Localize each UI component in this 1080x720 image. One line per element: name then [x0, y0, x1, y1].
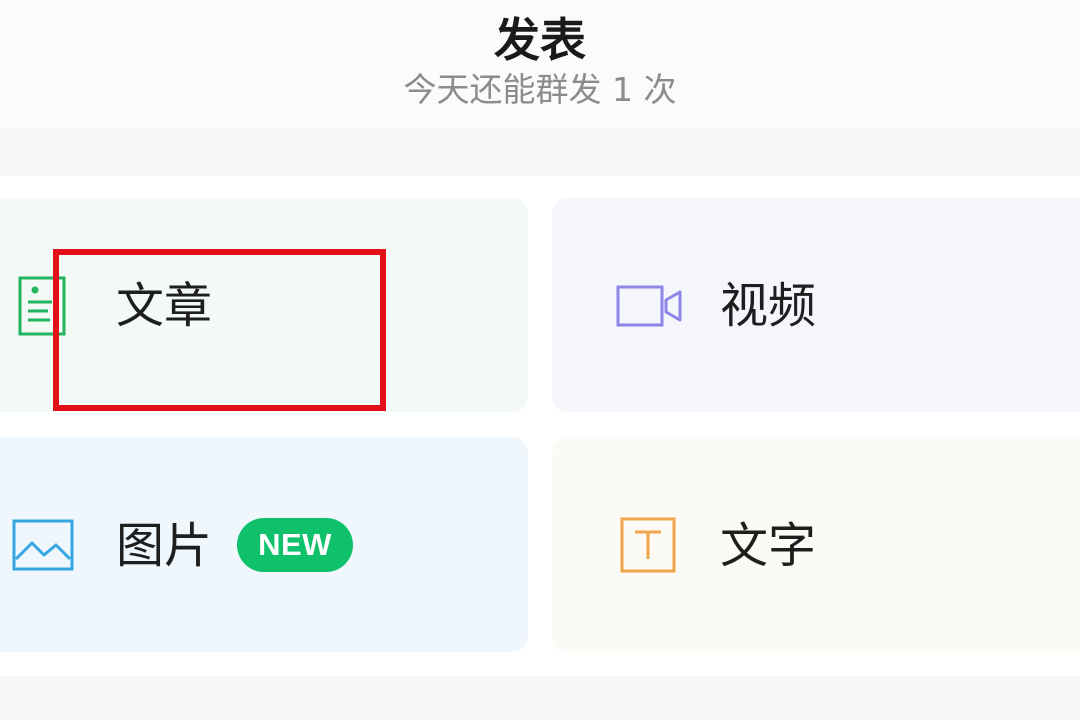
image-icon [12, 519, 74, 571]
page-title: 发表 [494, 13, 586, 67]
article-option-card[interactable] [0, 198, 528, 412]
article-icon [18, 276, 66, 336]
text-label: 文字 [720, 518, 817, 574]
image-label: 图片 [116, 518, 213, 574]
new-badge: NEW [237, 518, 353, 572]
video-label: 视频 [720, 278, 817, 334]
article-label: 文章 [116, 278, 213, 334]
remaining-sends-text: 今天还能群发 1 次 [403, 70, 677, 109]
text-icon [620, 517, 676, 573]
video-camera-icon [616, 285, 682, 327]
publish-header: 发表 今天还能群发 1 次 [0, 0, 1080, 128]
